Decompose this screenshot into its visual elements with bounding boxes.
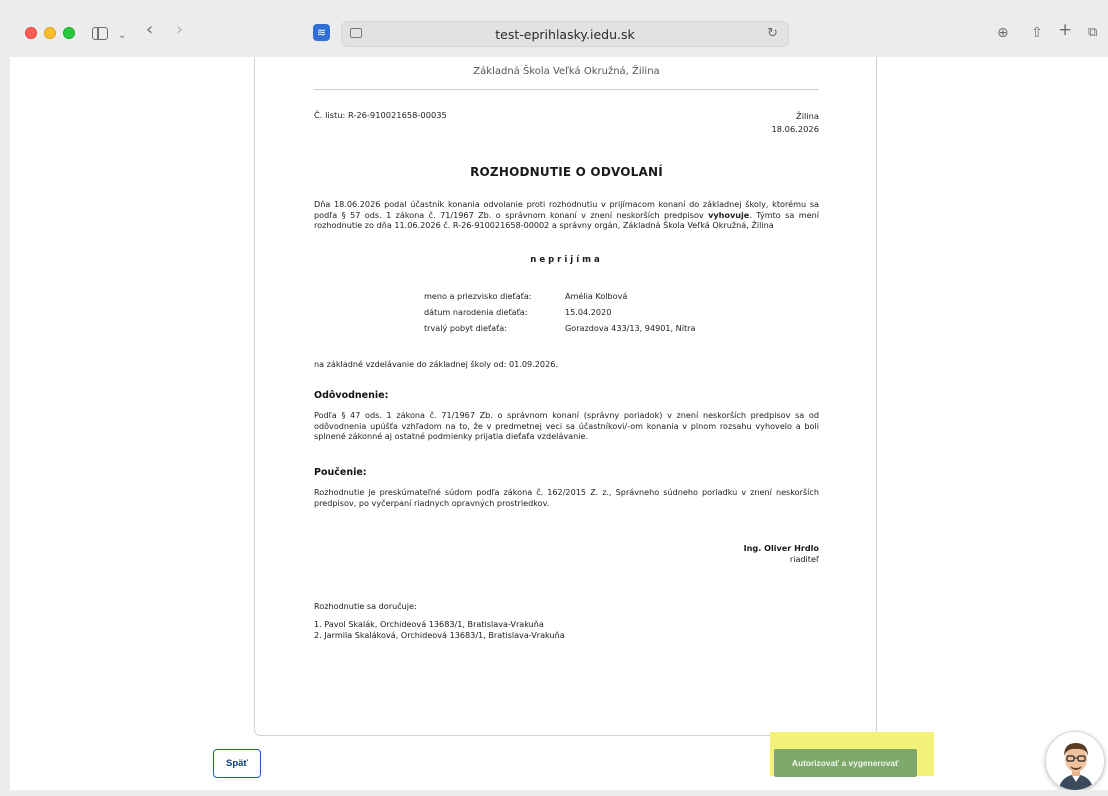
intro-verdict: vyhovuje	[708, 209, 750, 220]
extension-icon[interactable]: ≋	[313, 24, 330, 41]
child-name-value: Amélia Kolbová	[565, 291, 628, 301]
signatory-role: riaditeľ	[789, 554, 819, 564]
instruction-heading: Poučenie:	[314, 467, 367, 478]
avatar-portrait-icon	[1046, 732, 1104, 790]
list-item: 1. Pavol Skalák, Orchideová 13683/1, Bra…	[314, 619, 544, 629]
intro-paragraph: Dňa 18.06.2026 podal účastník konania od…	[314, 199, 819, 231]
instruction-text: Rozhodnutie je preskúmateľné súdom podľa…	[314, 487, 819, 508]
url-text: test-eprihlasky.iedu.sk	[495, 27, 635, 42]
reload-icon[interactable]: ↻	[767, 26, 778, 41]
chevron-down-icon[interactable]: ⌄	[118, 28, 126, 44]
decision-document: Základná Škola Veľká Okružná, Žilina Č. …	[254, 57, 877, 736]
child-birth-value: 15.04.2020	[565, 307, 612, 317]
child-name-label: meno a priezvisko dieťaťa:	[424, 291, 532, 301]
new-tab-icon[interactable]: +	[1058, 22, 1072, 39]
download-icon[interactable]: ⊕	[997, 25, 1009, 41]
sidebar-toggle-icon[interactable]	[92, 27, 108, 40]
document-title: ROZHODNUTIE O ODVOLANÍ	[470, 165, 663, 179]
bottom-edge	[10, 790, 1108, 796]
child-address-value: Gorazdova 433/13, 94901, Nitra	[565, 323, 696, 333]
signature-block: Ing. Oliver Hrdlo riaditeľ	[744, 543, 819, 565]
back-arrow-icon[interactable]: ‹	[146, 21, 153, 39]
child-address-row: trvalý pobyt dieťaťa: Gorazdova 433/13, …	[424, 323, 695, 339]
signatory-name: Ing. Oliver Hrdlo	[743, 543, 819, 553]
close-window-button[interactable]	[25, 27, 37, 39]
place: Žilina	[796, 111, 819, 121]
authorize-generate-button[interactable]: Autorizovať a vygenerovať	[774, 749, 917, 777]
minimize-window-button[interactable]	[44, 27, 56, 39]
child-name-row: meno a priezvisko dieťaťa: Amélia Kolbov…	[424, 291, 695, 307]
tab-overview-icon[interactable]: ⧉	[1088, 25, 1097, 41]
place-date: Žilina 18.06.2026	[771, 110, 819, 136]
child-address-label: trvalý pobyt dieťaťa:	[424, 323, 507, 333]
school-name: Základná Škola Veľká Okružná, Žilina	[314, 66, 819, 90]
child-details: meno a priezvisko dieťaťa: Amélia Kolbov…	[424, 291, 695, 339]
assistant-avatar[interactable]	[1045, 731, 1105, 791]
share-icon[interactable]: ⇧	[1031, 25, 1043, 41]
page-viewport: Základná Škola Veľká Okružná, Žilina Č. …	[10, 57, 1108, 796]
reference-number: Č. listu: R-26-910021658-00035	[314, 110, 447, 120]
child-birth-row: dátum narodenia dieťaťa: 15.04.2020	[424, 307, 695, 323]
date: 18.06.2026	[771, 124, 819, 134]
list-item: 2. Jarmila Skaláková, Orchideová 13683/1…	[314, 630, 565, 640]
child-birth-label: dátum narodenia dieťaťa:	[424, 307, 528, 317]
zoom-window-button[interactable]	[63, 27, 75, 39]
back-button[interactable]: Späť	[213, 749, 261, 778]
address-bar[interactable]: test-eprihlasky.iedu.sk ↻	[341, 21, 789, 47]
decision-word: neprijíma	[530, 255, 603, 265]
delivery-heading: Rozhodnutie sa doručuje:	[314, 601, 417, 611]
browser-titlebar: ⌄ ‹ › ≋ test-eprihlasky.iedu.sk ↻ ⊕ ⇧ + …	[0, 0, 1108, 57]
justification-heading: Odôvodnenie:	[314, 390, 389, 401]
justification-text: Podľa § 47 ods. 1 zákona č. 71/1967 Zb. …	[314, 410, 819, 441]
forward-arrow-icon[interactable]: ›	[176, 21, 183, 39]
education-line: na základné vzdelávanie do základnej ško…	[314, 359, 558, 369]
delivery-list: 1. Pavol Skalák, Orchideová 13683/1, Bra…	[314, 619, 565, 641]
